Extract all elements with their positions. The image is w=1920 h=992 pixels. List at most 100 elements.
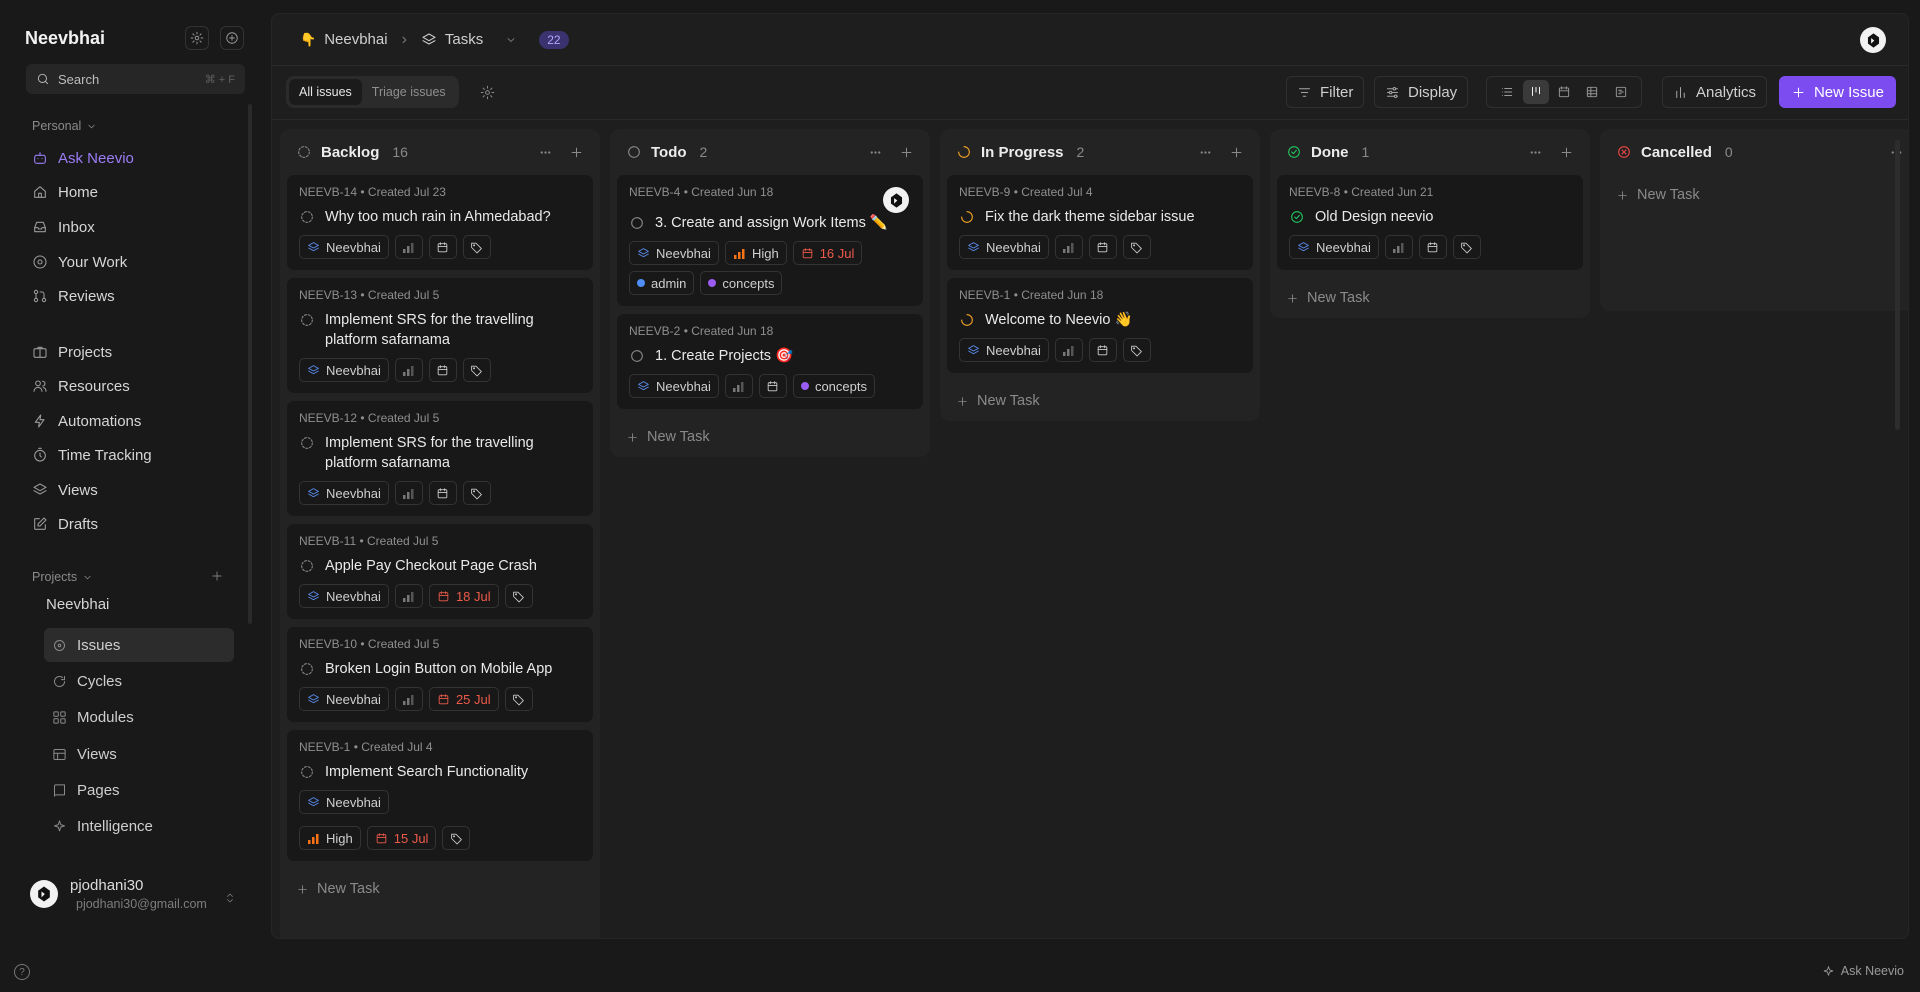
issue-card[interactable]: NEEVB-9 • Created Jul 4 Fix the dark the… (947, 175, 1253, 270)
settings-button[interactable] (185, 26, 209, 50)
label-chip[interactable]: concepts (700, 271, 783, 295)
issue-card[interactable]: NEEVB-10 • Created Jul 5 Broken Login Bu… (287, 627, 593, 722)
breadcrumb-tasks[interactable]: Tasks (421, 31, 517, 48)
labels-chip[interactable] (1452, 235, 1481, 259)
due-date-chip[interactable]: 15 Jul (366, 826, 437, 850)
new-item-button[interactable] (220, 26, 244, 50)
board-layout-button[interactable] (1522, 80, 1549, 104)
sidebar-item-issues[interactable]: Issues (44, 628, 234, 662)
sidebar-item-modules[interactable]: Modules (44, 700, 234, 734)
workspace-name[interactable]: Neevbhai (25, 28, 105, 49)
projects-section-toggle[interactable]: Projects (32, 570, 93, 584)
labels-chip[interactable] (504, 584, 533, 608)
ask-neevio-footer-button[interactable]: Ask Neevio (1822, 964, 1904, 978)
personal-section-toggle[interactable]: Personal (32, 119, 97, 133)
assignee-avatar[interactable] (883, 187, 909, 213)
priority-chip[interactable] (394, 235, 423, 259)
sidebar-item-projects[interactable]: Projects (32, 339, 112, 365)
labels-chip[interactable] (462, 481, 491, 505)
due-date-chip[interactable] (1418, 235, 1447, 259)
project-chip[interactable]: Neevbhai (299, 687, 389, 711)
status-button[interactable] (959, 207, 975, 225)
priority-chip[interactable] (394, 358, 423, 382)
column-add-button[interactable] (1229, 145, 1244, 160)
label-chip[interactable]: concepts (792, 374, 875, 398)
sidebar-item-resources[interactable]: Resources (32, 373, 130, 399)
issue-card[interactable]: NEEVB-11 • Created Jul 5 Apple Pay Check… (287, 524, 593, 619)
board-scrollbar[interactable] (1895, 140, 1900, 430)
labels-chip[interactable] (442, 826, 471, 850)
sidebar-item-drafts[interactable]: Drafts (32, 511, 98, 537)
new-task-button[interactable]: New Task (1600, 175, 1908, 215)
issue-card[interactable]: NEEVB-1 • Created Jun 18 Welcome to Neev… (947, 278, 1253, 373)
due-date-chip[interactable]: 16 Jul (792, 241, 863, 265)
issue-card[interactable]: NEEVB-1 • Created Jul 4 Implement Search… (287, 730, 593, 861)
sidebar-item-cycles[interactable]: Cycles (44, 664, 234, 698)
status-button[interactable] (299, 762, 315, 780)
breadcrumb-workspace[interactable]: 👇 Neevbhai (300, 31, 388, 48)
status-button[interactable] (299, 207, 315, 225)
column-add-button[interactable] (569, 145, 584, 160)
new-task-button[interactable]: New Task (1270, 278, 1590, 318)
labels-chip[interactable] (462, 235, 491, 259)
sidebar-item-project-views[interactable]: Views (44, 737, 234, 771)
column-more-button[interactable] (1528, 145, 1543, 160)
column-more-button[interactable] (1198, 145, 1213, 160)
priority-chip[interactable]: High (299, 826, 361, 850)
labels-chip[interactable] (1122, 338, 1151, 362)
sidebar-item-ask-neevio[interactable]: Ask Neevio (32, 145, 134, 171)
sidebar-item-pages[interactable]: Pages (44, 773, 234, 807)
status-button[interactable] (629, 346, 645, 364)
calendar-layout-button[interactable] (1551, 80, 1577, 104)
project-chip[interactable]: Neevbhai (299, 790, 389, 814)
issue-card[interactable]: NEEVB-14 • Created Jul 23 Why too much r… (287, 175, 593, 270)
sidebar-item-views[interactable]: Views (32, 477, 98, 503)
column-add-button[interactable] (1559, 145, 1574, 160)
column-more-button[interactable] (538, 145, 553, 160)
issue-card[interactable]: NEEVB-13 • Created Jul 5 Implement SRS f… (287, 278, 593, 393)
project-chip[interactable]: Neevbhai (959, 235, 1049, 259)
status-button[interactable] (299, 659, 315, 677)
column-add-button[interactable] (899, 145, 914, 160)
user-menu-chevron[interactable] (224, 892, 236, 904)
new-task-button[interactable]: New Task (280, 869, 600, 909)
labels-chip[interactable] (1122, 235, 1151, 259)
due-date-chip[interactable] (758, 374, 787, 398)
column-more-button[interactable] (868, 145, 883, 160)
spreadsheet-layout-button[interactable] (1579, 80, 1605, 104)
priority-chip[interactable] (394, 481, 423, 505)
sidebar-item-inbox[interactable]: Inbox (32, 214, 95, 240)
due-date-chip[interactable] (428, 235, 457, 259)
priority-chip[interactable] (1054, 338, 1083, 362)
new-task-button[interactable]: New Task (940, 381, 1260, 421)
project-chip[interactable]: Neevbhai (299, 358, 389, 382)
priority-chip[interactable] (724, 374, 753, 398)
status-button[interactable] (299, 556, 315, 574)
status-button[interactable] (1289, 207, 1305, 225)
tab-triage-issues[interactable]: Triage issues (362, 79, 456, 105)
project-chip[interactable]: Neevbhai (299, 584, 389, 608)
label-chip[interactable]: admin (629, 271, 695, 295)
status-button[interactable] (959, 310, 975, 328)
priority-chip[interactable] (394, 687, 423, 711)
search-input[interactable]: Search ⌘ + F (26, 64, 245, 94)
due-date-chip[interactable] (1088, 338, 1117, 362)
filter-button[interactable]: Filter (1286, 76, 1365, 108)
status-button[interactable] (299, 310, 315, 328)
sidebar-item-intelligence[interactable]: Intelligence (44, 809, 234, 843)
add-project-button[interactable] (210, 569, 224, 583)
project-chip[interactable]: Neevbhai (629, 241, 719, 265)
project-chip[interactable]: Neevbhai (629, 374, 719, 398)
due-date-chip[interactable]: 25 Jul (428, 687, 499, 711)
project-chip[interactable]: Neevbhai (299, 235, 389, 259)
display-button[interactable]: Display (1374, 76, 1469, 108)
project-chip[interactable]: Neevbhai (1289, 235, 1379, 259)
sidebar-scrollbar[interactable] (248, 104, 252, 624)
due-date-chip[interactable] (1088, 235, 1117, 259)
help-button[interactable]: ? (14, 964, 30, 980)
labels-chip[interactable] (504, 687, 533, 711)
due-date-chip[interactable] (428, 358, 457, 382)
new-task-button[interactable]: New Task (610, 417, 930, 457)
due-date-chip[interactable] (428, 481, 457, 505)
sidebar-item-your-work[interactable]: Your Work (32, 249, 127, 275)
